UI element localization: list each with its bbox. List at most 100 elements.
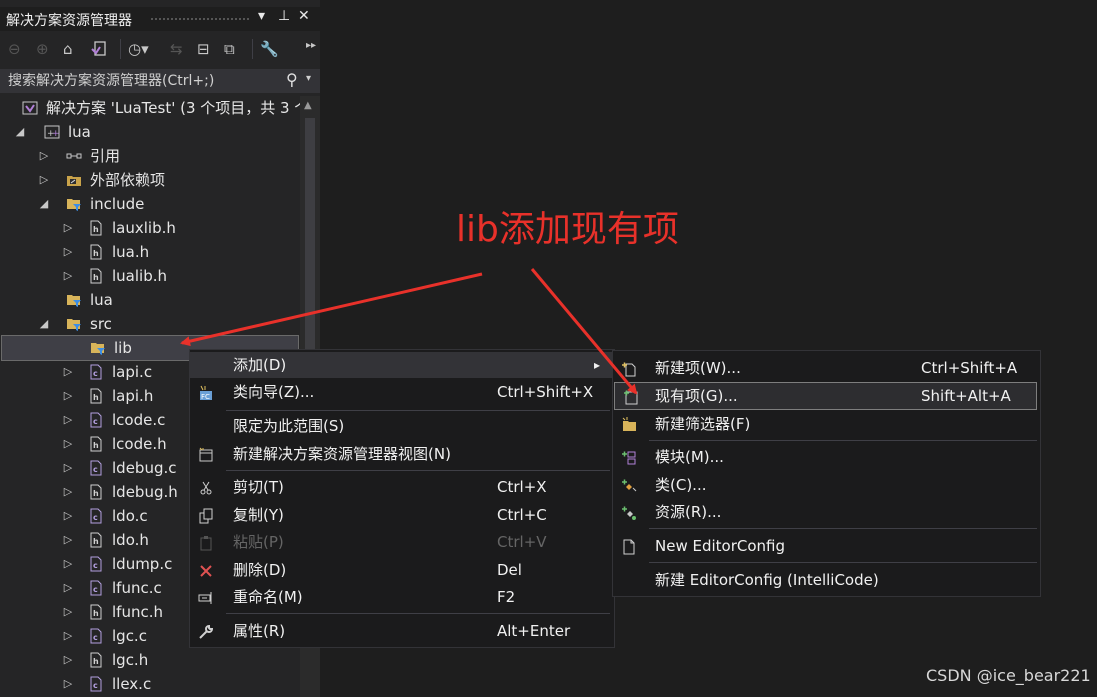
menu-separator [649, 440, 1037, 441]
tree-item[interactable]: ▷ h lgc.h [0, 648, 300, 672]
context-menu-item[interactable]: 属性(R) Alt+Enter [190, 618, 612, 644]
context-menu-item[interactable]: 复制(Y) Ctrl+C [190, 502, 612, 528]
menu-item-label: 剪切(T) [233, 478, 284, 496]
c-file-icon: c [88, 676, 104, 692]
context-menu-item[interactable]: FC 类向导(Z)... Ctrl+Shift+X [190, 379, 612, 405]
c-file-icon: c [88, 460, 104, 476]
collapsed-arrow-icon[interactable]: ▷ [62, 600, 74, 624]
collapsed-arrow-icon[interactable]: ▷ [62, 456, 74, 480]
svg-text:h: h [93, 609, 99, 618]
menu-separator [649, 528, 1037, 529]
collapsed-arrow-icon[interactable]: ▷ [62, 240, 74, 264]
submenu-item-existing[interactable]: 现有项(G)... Shift+Alt+A [614, 382, 1037, 410]
collapsed-arrow-icon[interactable]: ▷ [38, 144, 50, 168]
properties-wrench-icon[interactable]: 🔧 [260, 39, 279, 59]
collapsed-arrow-icon[interactable]: ▷ [62, 264, 74, 288]
submenu-item[interactable]: 模块(M)... [613, 444, 1038, 470]
external-deps-icon [66, 172, 82, 188]
submenu-item[interactable]: 新建筛选器(F) [613, 411, 1038, 437]
window-options-icon[interactable]: ▾ [258, 8, 265, 24]
submenu-item[interactable]: 资源(R)... [613, 499, 1038, 525]
scroll-up-icon[interactable]: ▲ [304, 100, 312, 111]
collapsed-arrow-icon[interactable]: ▷ [62, 648, 74, 672]
submenu-item[interactable]: 新建 EditorConfig (IntelliCode) [613, 567, 1038, 593]
tree-item[interactable]: ◢ + + lua [0, 120, 300, 144]
tree-item[interactable]: 解决方案 'LuaTest' (3 个项目，共 3 个 [0, 96, 300, 120]
collapsed-arrow-icon[interactable]: ▷ [62, 672, 74, 696]
collapsed-arrow-icon[interactable]: ▷ [62, 624, 74, 648]
sync-icon[interactable]: ⇆ [170, 39, 183, 59]
header-file-icon: h [88, 604, 104, 620]
tree-item[interactable]: ▷ h lauxlib.h [0, 216, 300, 240]
close-icon[interactable]: ✕ [298, 8, 310, 24]
forward-icon[interactable]: ⊕ [36, 39, 49, 59]
search-icon[interactable]: ⚲ [286, 70, 298, 89]
collapsed-arrow-icon[interactable]: ▷ [62, 576, 74, 600]
menu-item-label: 属性(R) [233, 622, 286, 640]
collapsed-arrow-icon[interactable]: ▷ [62, 528, 74, 552]
submenu-item[interactable]: New EditorConfig [613, 533, 1038, 559]
submenu-item[interactable]: 类(C)... [613, 472, 1038, 498]
pending-changes-icon[interactable]: ◷▾ [128, 39, 149, 59]
tree-item-label: ldump.c [112, 555, 173, 573]
expanded-arrow-icon[interactable]: ◢ [14, 120, 26, 144]
tree-item[interactable]: ▷ c llex.c [0, 672, 300, 696]
context-menu: 添加(D) ▸ FC 类向导(Z)... Ctrl+Shift+X 限定为此范围(S) 新建… [189, 349, 615, 648]
pin-icon[interactable]: ⊥ [278, 8, 290, 24]
collapsed-arrow-icon[interactable]: ▷ [62, 552, 74, 576]
svg-text:c: c [93, 561, 98, 570]
collapsed-arrow-icon[interactable]: ▷ [62, 360, 74, 384]
editorconfig-file-icon [621, 538, 637, 555]
tree-item[interactable]: ▷ h lua.h [0, 240, 300, 264]
svg-text:h: h [93, 393, 99, 402]
collapsed-arrow-icon[interactable]: ▷ [62, 504, 74, 528]
tree-item[interactable]: lua [0, 288, 300, 312]
collapse-all-icon[interactable]: ⊟ [197, 39, 210, 59]
back-icon[interactable]: ⊖ [8, 39, 21, 59]
context-menu-item[interactable]: 重命名(M) F2 [190, 584, 612, 610]
collapsed-arrow-icon[interactable]: ▷ [38, 168, 50, 192]
header-file-icon: h [88, 220, 104, 236]
collapsed-arrow-icon[interactable]: ▷ [62, 408, 74, 432]
search-options-chevron-icon[interactable]: ▾ [306, 73, 311, 84]
context-menu-item[interactable]: 删除(D) Del [190, 557, 612, 583]
home-icon[interactable]: ⌂ [63, 39, 73, 59]
menu-item-label: 资源(R)... [655, 503, 722, 521]
switch-views-icon[interactable] [90, 39, 108, 59]
title-drag-grip[interactable] [150, 17, 250, 22]
toolbar-overflow-icon[interactable]: ▸▸ [306, 35, 316, 55]
submenu-item[interactable]: 新建项(W)... Ctrl+Shift+A [613, 355, 1038, 381]
tree-item[interactable]: ▷ 外部依赖项 [0, 168, 300, 192]
search-input[interactable] [0, 69, 288, 93]
menu-item-label: 类(C)... [655, 476, 707, 494]
header-file-icon: h [88, 388, 104, 404]
explorer-toolbar: ⊖ ⊕ ⌂ ◷▾ ⇆ ⊟ ⧉ 🔧 ▸▸ [0, 33, 320, 67]
context-menu-item[interactable]: 剪切(T) Ctrl+X [190, 474, 612, 500]
expanded-arrow-icon[interactable]: ◢ [38, 312, 50, 336]
tree-item-label: llex.c [112, 675, 152, 693]
svg-text:c: c [93, 417, 98, 426]
tree-item[interactable]: ◢ src [0, 312, 300, 336]
collapsed-arrow-icon[interactable]: ▷ [62, 432, 74, 456]
svg-text:c: c [93, 633, 98, 642]
header-file-icon: h [88, 484, 104, 500]
tree-item[interactable]: ▷ 引用 [0, 144, 300, 168]
rename-icon [198, 589, 214, 605]
existing-item-icon [623, 388, 639, 405]
tree-item[interactable]: ◢ include [0, 192, 300, 216]
menu-item-shortcut: Ctrl+V [497, 533, 547, 551]
copy-icon [198, 507, 214, 524]
show-all-files-icon[interactable]: ⧉ [224, 39, 235, 59]
context-menu-item[interactable]: 限定为此范围(S) [190, 413, 612, 439]
collapsed-arrow-icon[interactable]: ▷ [62, 384, 74, 408]
svg-text:h: h [93, 537, 99, 546]
collapsed-arrow-icon[interactable]: ▷ [62, 216, 74, 240]
collapsed-arrow-icon[interactable]: ▷ [62, 480, 74, 504]
class-icon [621, 477, 637, 493]
context-menu-item[interactable]: 添加(D) ▸ [190, 352, 612, 378]
tree-item[interactable]: ▷ h lualib.h [0, 264, 300, 288]
expanded-arrow-icon[interactable]: ◢ [38, 192, 50, 216]
menu-item-label: 删除(D) [233, 561, 287, 579]
new-item-icon [621, 360, 637, 377]
context-menu-item[interactable]: 新建解决方案资源管理器视图(N) [190, 441, 612, 467]
